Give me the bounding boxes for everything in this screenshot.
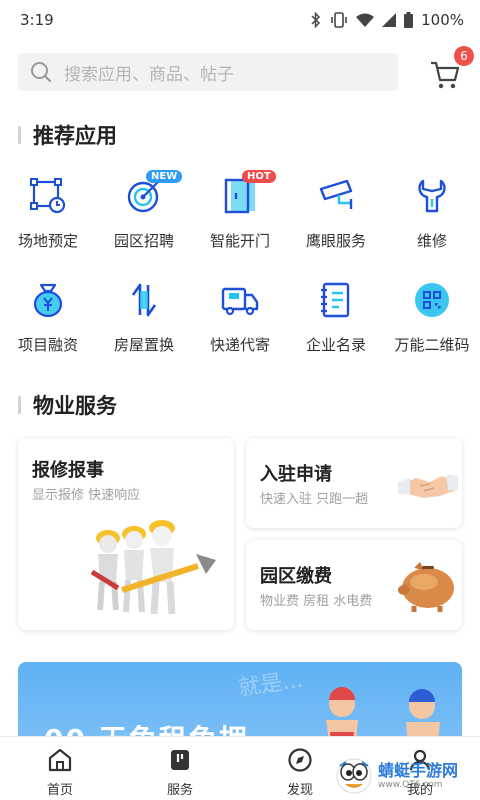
signal-icon	[382, 13, 397, 27]
section-marker	[18, 396, 21, 414]
app-label: 智能开门	[209, 232, 270, 250]
dragonfly-logo-icon	[336, 758, 372, 794]
home-icon	[48, 748, 72, 772]
money-bag-icon	[28, 280, 68, 320]
wrench-icon	[412, 176, 452, 216]
park-payment-card[interactable]: 园区缴费 物业费 房租 水电费	[246, 540, 462, 630]
tab-home[interactable]: 首页	[0, 737, 120, 800]
section-marker	[18, 126, 21, 144]
cart-count-badge: 6	[454, 46, 474, 66]
watermark-url: www.QT6.com	[378, 780, 443, 790]
card-subtitle: 显示报修 快速响应	[32, 488, 141, 503]
recommended-section-title: 推荐应用	[18, 120, 117, 150]
services-icon	[171, 750, 189, 770]
card-title: 入驻申请	[260, 464, 332, 485]
search-row: 搜索应用、商品、帖子 6	[18, 46, 474, 92]
banner-ghost-text: 就是...	[236, 667, 305, 702]
repair-workers-illustration	[90, 520, 216, 615]
card-title: 园区缴费	[260, 566, 332, 587]
repair-report-card[interactable]: 报修报事 显示报修 快速响应	[18, 438, 234, 630]
app-smart-door[interactable]: HOT 智能开门	[192, 170, 288, 274]
settle-in-card[interactable]: 入驻申请 快速入驻 只跑一趟	[246, 438, 462, 528]
card-title: 报修报事	[32, 460, 104, 481]
cart-button[interactable]: 6	[428, 46, 474, 92]
app-label: 房屋置换	[113, 336, 174, 354]
app-label: 企业名录	[305, 336, 366, 354]
app-express-delivery[interactable]: 快递代寄	[192, 274, 288, 378]
swap-arrows-icon	[124, 280, 164, 320]
app-label: 项目融资	[17, 336, 78, 354]
recommended-title-text: 推荐应用	[33, 124, 117, 148]
app-cctv-service[interactable]: 鹰眼服务	[288, 170, 384, 274]
app-label: 园区招聘	[113, 232, 174, 250]
card-subtitle: 快速入驻 只跑一趟	[260, 492, 369, 507]
app-label: 鹰眼服务	[305, 232, 366, 250]
battery-level: 100%	[421, 11, 464, 29]
search-placeholder: 搜索应用、商品、帖子	[64, 64, 234, 85]
compass-icon	[288, 748, 312, 772]
recommended-apps-grid: 场地预定 NEW 园区招聘 HOT 智能开门 鹰眼服务 维修 项目融资 房屋置换…	[0, 170, 480, 378]
recruitment-icon: NEW	[124, 170, 183, 216]
piggy-bank-illustration	[398, 562, 454, 612]
hot-tag: HOT	[242, 170, 276, 183]
search-input[interactable]: 搜索应用、商品、帖子	[18, 53, 398, 91]
app-label: 快递代寄	[209, 336, 270, 354]
app-label: 维修	[416, 232, 447, 250]
status-bar: 3:19 100%	[0, 0, 480, 40]
watermark-text-block: 蜻蜓手游网 www.QT6.com	[378, 761, 459, 791]
app-recruitment[interactable]: NEW 园区招聘	[96, 170, 192, 274]
tab-label: 服务	[166, 783, 193, 798]
tab-label: 发现	[286, 783, 313, 798]
qr-code-icon	[412, 280, 452, 320]
wifi-icon	[356, 13, 375, 27]
app-label: 场地预定	[17, 232, 78, 250]
search-icon	[31, 62, 52, 83]
apps-row-2: 项目融资 房屋置换 快递代寄 企业名录 万能二维码	[0, 274, 480, 378]
app-house-swap[interactable]: 房屋置换	[96, 274, 192, 378]
app-venue-booking[interactable]: 场地预定	[0, 170, 96, 274]
vibrate-icon	[331, 12, 347, 28]
card-subtitle: 物业费 房租 水电费	[260, 594, 373, 609]
bluetooth-icon	[311, 12, 321, 28]
directory-book-icon	[316, 280, 356, 320]
cctv-camera-icon	[316, 176, 356, 216]
apps-row-1: 场地预定 NEW 园区招聘 HOT 智能开门 鹰眼服务 维修	[0, 170, 480, 274]
tab-services[interactable]: 服务	[120, 737, 240, 800]
delivery-truck-icon	[220, 280, 260, 320]
property-title-text: 物业服务	[33, 394, 117, 418]
app-label: 万能二维码	[394, 336, 470, 354]
watermark-name: 蜻蜓手游网	[378, 761, 459, 780]
app-universal-qr[interactable]: 万能二维码	[384, 274, 480, 378]
app-company-directory[interactable]: 企业名录	[288, 274, 384, 378]
new-tag: NEW	[146, 170, 183, 183]
status-time: 3:19	[20, 11, 54, 29]
site-watermark: 蜻蜓手游网 www.QT6.com	[334, 752, 480, 800]
status-icons: 100%	[310, 11, 464, 29]
smart-door-icon: HOT	[220, 170, 276, 216]
handshake-illustration	[398, 474, 458, 498]
venue-booking-icon	[28, 176, 68, 216]
app-project-financing[interactable]: 项目融资	[0, 274, 96, 378]
property-section-title: 物业服务	[18, 390, 117, 420]
app-repair[interactable]: 维修	[384, 170, 480, 274]
battery-icon	[404, 12, 414, 28]
tab-label: 首页	[46, 783, 73, 798]
